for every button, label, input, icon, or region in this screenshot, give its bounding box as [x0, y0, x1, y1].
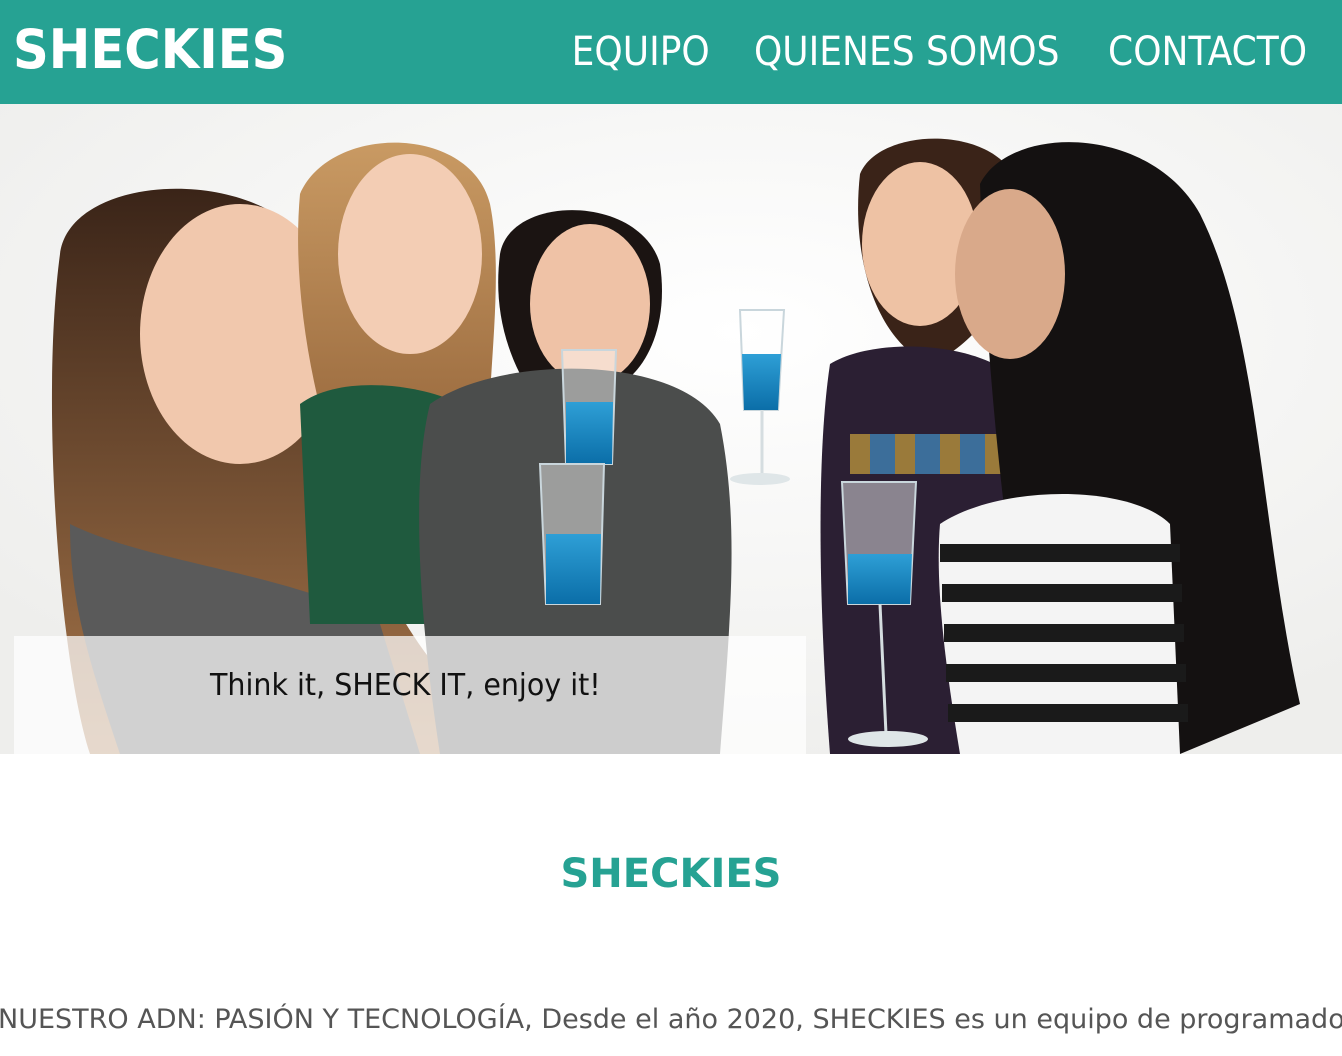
- section-intro-text: NUESTRO ADN: PASIÓN Y TECNOLOGÍA, Desde …: [0, 1004, 1342, 1035]
- nav-link-quienes-somos[interactable]: QUIENES SOMOS: [754, 28, 1059, 76]
- main-nav: EQUIPO QUIENES SOMOS CONTACTO: [564, 28, 1318, 76]
- nav-link-equipo[interactable]: EQUIPO: [572, 28, 710, 76]
- tagline-overlay: Think it, SHECK IT, enjoy it!: [14, 636, 806, 754]
- section-title: SHECKIES: [560, 851, 782, 897]
- brand-logo-link[interactable]: SHECKIES: [13, 17, 287, 83]
- top-navbar: SHECKIES EQUIPO QUIENES SOMOS CONTACTO: [0, 0, 1342, 104]
- hero-tagline: Think it, SHECK IT, enjoy it!: [210, 668, 601, 703]
- nav-link-contacto[interactable]: CONTACTO: [1108, 28, 1307, 76]
- hero-banner: Think it, SHECK IT, enjoy it!: [0, 104, 1342, 754]
